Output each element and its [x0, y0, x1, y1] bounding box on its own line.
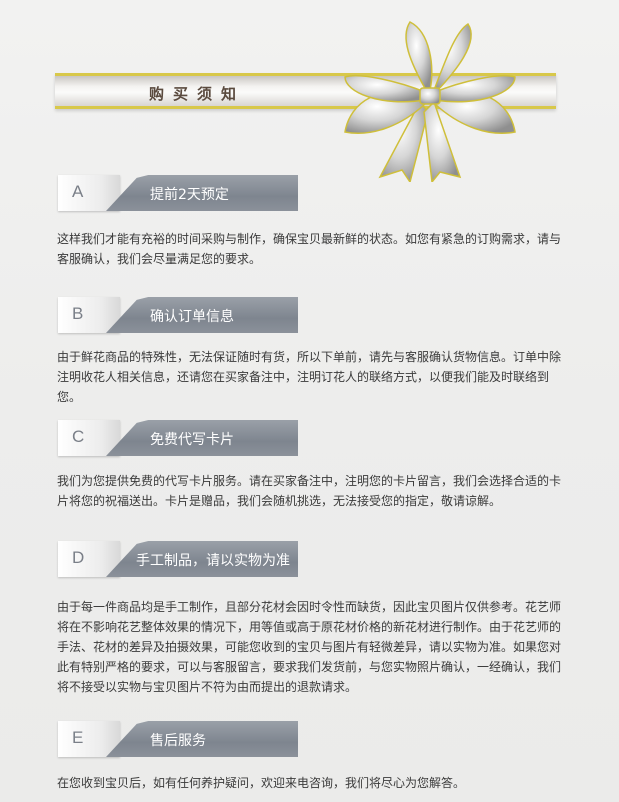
section-letter: E [72, 728, 84, 747]
section-title: 手工制品，请以实物为准 [136, 553, 290, 569]
section-title: 提前2天预定 [150, 187, 229, 203]
section-c-label: C 免费代写卡片 [58, 420, 298, 456]
section-e-text: 在您收到宝贝后，如有任何养护疑问，欢迎来电咨询，我们将尽心为您解答。 [57, 776, 466, 790]
section-a-text: 这样我们才能有充裕的时间采购与制作，确保宝贝最新鲜的状态。如您有紧急的订购需求，… [57, 232, 562, 266]
page-title: 购买须知 [149, 85, 246, 103]
section-d-label: D 手工制品，请以实物为准 [58, 541, 298, 577]
section-title: 售后服务 [150, 733, 206, 749]
section-e-label: E 售后服务 [58, 721, 298, 757]
section-d-text: 由于每一件商品均是手工制作，且部分花材会因时令性而缺货，因此宝贝图片仅供参考。花… [57, 600, 562, 694]
section-title: 确认订单信息 [150, 309, 234, 325]
section-letter: A [72, 182, 84, 201]
section-letter: C [72, 427, 85, 446]
section-letter: B [72, 304, 84, 323]
section-title: 免费代写卡片 [150, 432, 234, 448]
section-b-label: B 确认订单信息 [58, 297, 298, 333]
ribbon-bow-icon [344, 21, 516, 182]
section-c-text: 我们为您提供免费的代写卡片服务。请在买家备注中，注明您的卡片留言，我们会选择合适… [57, 474, 562, 508]
section-a-label: A 提前2天预定 [58, 175, 298, 211]
section-letter: D [72, 548, 85, 567]
section-b-text: 由于鲜花商品的特殊性，无法保证随时有货，所以下单前，请先与客服确认货物信息。订单… [57, 350, 562, 404]
